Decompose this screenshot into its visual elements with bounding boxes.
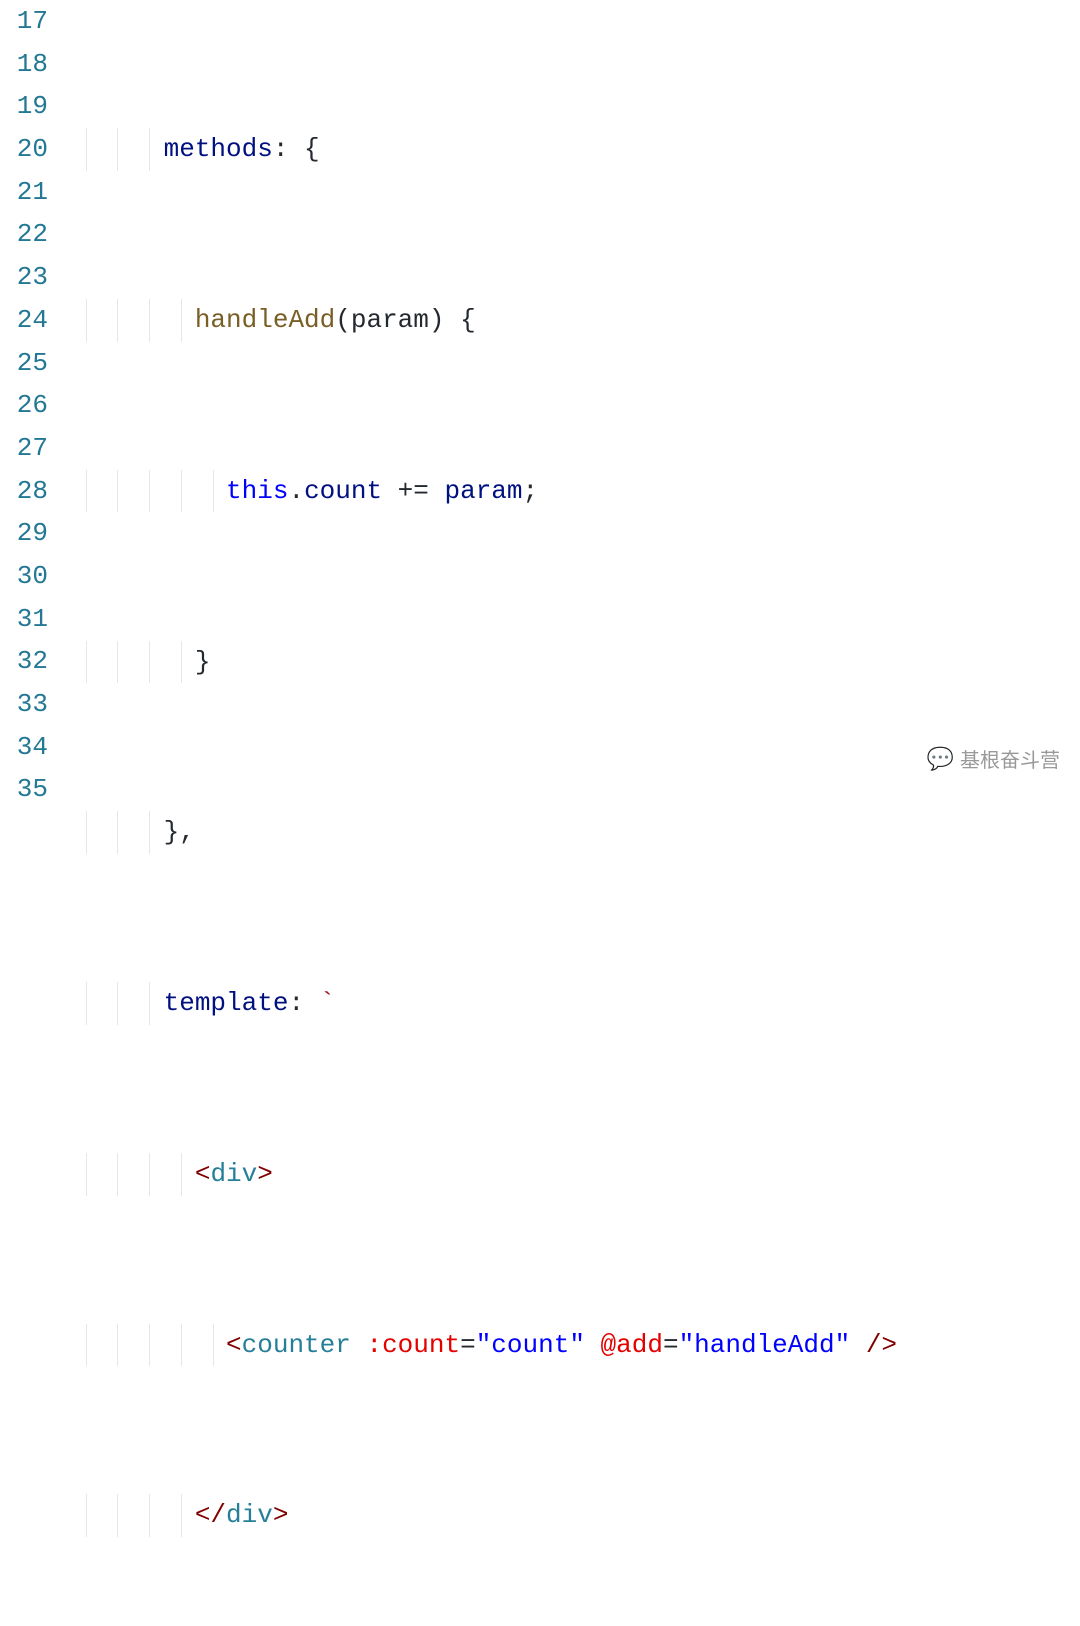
line-number: 29	[0, 512, 48, 555]
watermark: 💬 基根奋斗营	[927, 744, 1060, 773]
line-number: 17	[0, 0, 48, 43]
code-line: handleAdd(param) {	[70, 299, 1080, 342]
line-number: 35	[0, 768, 48, 811]
line-number: 31	[0, 598, 48, 641]
wechat-icon: 💬	[927, 746, 954, 772]
line-number: 25	[0, 342, 48, 385]
line-number: 27	[0, 427, 48, 470]
line-number: 24	[0, 299, 48, 342]
line-gutter: 17 18 19 20 21 22 23 24 25 26 27 28 29 3…	[0, 0, 70, 1626]
code-line: }	[70, 641, 1080, 684]
line-number: 20	[0, 128, 48, 171]
code-line: },	[70, 811, 1080, 854]
code-editor[interactable]: 17 18 19 20 21 22 23 24 25 26 27 28 29 3…	[0, 0, 1080, 1626]
line-number: 33	[0, 683, 48, 726]
code-line: template: `	[70, 982, 1080, 1025]
code-area[interactable]: methods: { handleAdd(param) { this.count…	[70, 0, 1080, 1626]
line-number: 19	[0, 85, 48, 128]
line-number: 28	[0, 470, 48, 513]
code-line: <div>	[70, 1153, 1080, 1196]
code-line: </div>	[70, 1494, 1080, 1537]
code-line: <counter :count="count" @add="handleAdd"…	[70, 1324, 1080, 1367]
line-number: 23	[0, 256, 48, 299]
line-number: 34	[0, 726, 48, 769]
watermark-text: 基根奋斗营	[960, 744, 1060, 773]
code-line: methods: {	[70, 128, 1080, 171]
line-number: 18	[0, 43, 48, 86]
line-number: 26	[0, 384, 48, 427]
line-number: 22	[0, 213, 48, 256]
line-number: 30	[0, 555, 48, 598]
line-number: 32	[0, 640, 48, 683]
code-line: this.count += param;	[70, 470, 1080, 513]
line-number: 21	[0, 171, 48, 214]
